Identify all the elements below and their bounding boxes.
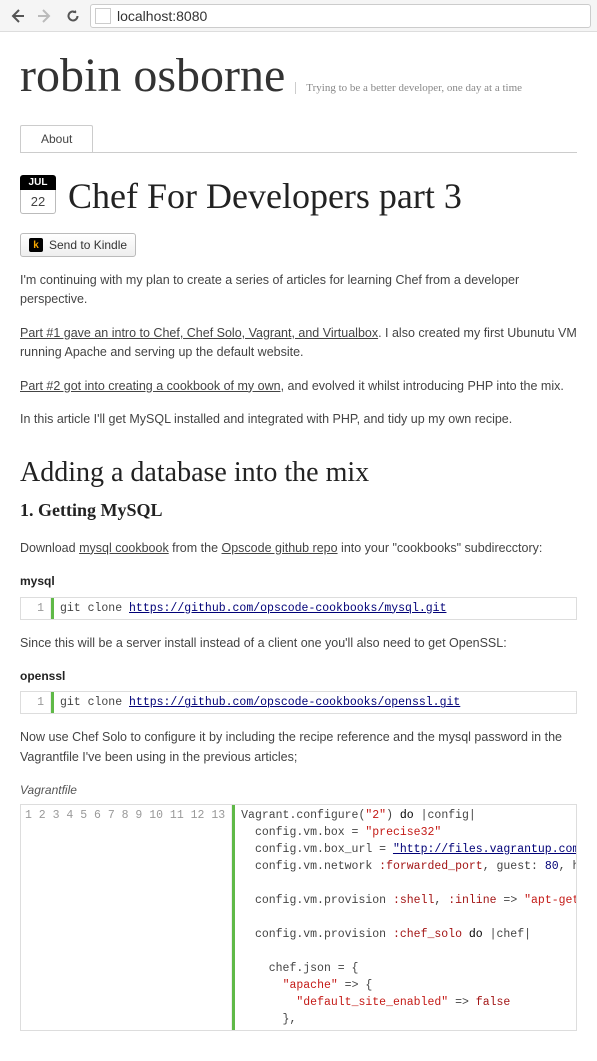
code-block-vagrantfile: 1 2 3 4 5 6 7 8 9 10 11 12 13 Vagrant.co… bbox=[20, 804, 577, 1031]
code-content: Vagrant.configure("2") do |config| confi… bbox=[232, 805, 576, 1030]
post-date-day: 22 bbox=[20, 190, 56, 214]
subsection-heading: 1. Getting MySQL bbox=[20, 497, 577, 525]
code-block-openssl: 1 git clone https://github.com/opscode-c… bbox=[20, 691, 577, 714]
browser-toolbar bbox=[0, 0, 597, 32]
link-part1[interactable]: Part #1 gave an intro to Chef, Chef Solo… bbox=[20, 326, 378, 340]
back-button[interactable] bbox=[6, 5, 28, 27]
menu-about[interactable]: About bbox=[20, 125, 93, 152]
send-to-kindle-button[interactable]: k Send to Kindle bbox=[20, 233, 136, 257]
post-date-month: JUL bbox=[20, 175, 56, 190]
code-content: git clone https://github.com/opscode-coo… bbox=[51, 692, 576, 713]
paragraph: Part #1 gave an intro to Chef, Chef Solo… bbox=[20, 324, 577, 363]
arrow-left-icon bbox=[9, 8, 25, 24]
link-opscode-repo[interactable]: Opscode github repo bbox=[222, 541, 338, 555]
reload-button[interactable] bbox=[62, 5, 84, 27]
kindle-icon: k bbox=[29, 238, 43, 252]
post-title[interactable]: Chef For Developers part 3 bbox=[68, 175, 462, 217]
arrow-right-icon bbox=[37, 8, 53, 24]
paragraph: Since this will be a server install inst… bbox=[20, 634, 577, 653]
page-content: robin osborne Trying to be a better deve… bbox=[0, 32, 597, 1061]
paragraph: I'm continuing with my plan to create a … bbox=[20, 271, 577, 310]
code-caption: mysql bbox=[20, 572, 577, 591]
link-openssl-git[interactable]: https://github.com/opscode-cookbooks/ope… bbox=[129, 696, 460, 709]
link-mysql-cookbook[interactable]: mysql cookbook bbox=[79, 541, 169, 555]
forward-button[interactable] bbox=[34, 5, 56, 27]
section-heading: Adding a database into the mix bbox=[20, 451, 577, 494]
link-box-url[interactable]: "http://files.vagrantup.com/precise32.bo… bbox=[393, 843, 576, 856]
main-menu: About bbox=[20, 125, 577, 153]
code-gutter: 1 bbox=[21, 692, 51, 713]
code-gutter: 1 bbox=[21, 598, 51, 619]
link-mysql-git[interactable]: https://github.com/opscode-cookbooks/mys… bbox=[129, 602, 446, 615]
paragraph: Now use Chef Solo to configure it by inc… bbox=[20, 728, 577, 767]
address-bar[interactable] bbox=[90, 4, 591, 28]
page-icon bbox=[95, 8, 111, 24]
url-input[interactable] bbox=[115, 7, 586, 25]
paragraph: Part #2 got into creating a cookbook of … bbox=[20, 377, 577, 396]
send-to-kindle-label: Send to Kindle bbox=[49, 238, 127, 252]
code-gutter: 1 2 3 4 5 6 7 8 9 10 11 12 13 bbox=[21, 805, 232, 1030]
code-content: git clone https://github.com/opscode-coo… bbox=[51, 598, 576, 619]
code-caption: openssl bbox=[20, 667, 577, 686]
code-filename: Vagrantfile bbox=[20, 781, 577, 800]
article-body: I'm continuing with my plan to create a … bbox=[20, 271, 577, 1031]
code-block-mysql: 1 git clone https://github.com/opscode-c… bbox=[20, 597, 577, 620]
site-tagline: Trying to be a better developer, one day… bbox=[295, 82, 522, 94]
reload-icon bbox=[65, 8, 81, 24]
post-date: JUL 22 bbox=[20, 175, 56, 214]
site-title[interactable]: robin osborne bbox=[20, 48, 285, 103]
link-part2[interactable]: Part #2 got into creating a cookbook of … bbox=[20, 379, 281, 393]
paragraph: Download mysql cookbook from the Opscode… bbox=[20, 539, 577, 558]
paragraph: In this article I'll get MySQL installed… bbox=[20, 410, 577, 429]
